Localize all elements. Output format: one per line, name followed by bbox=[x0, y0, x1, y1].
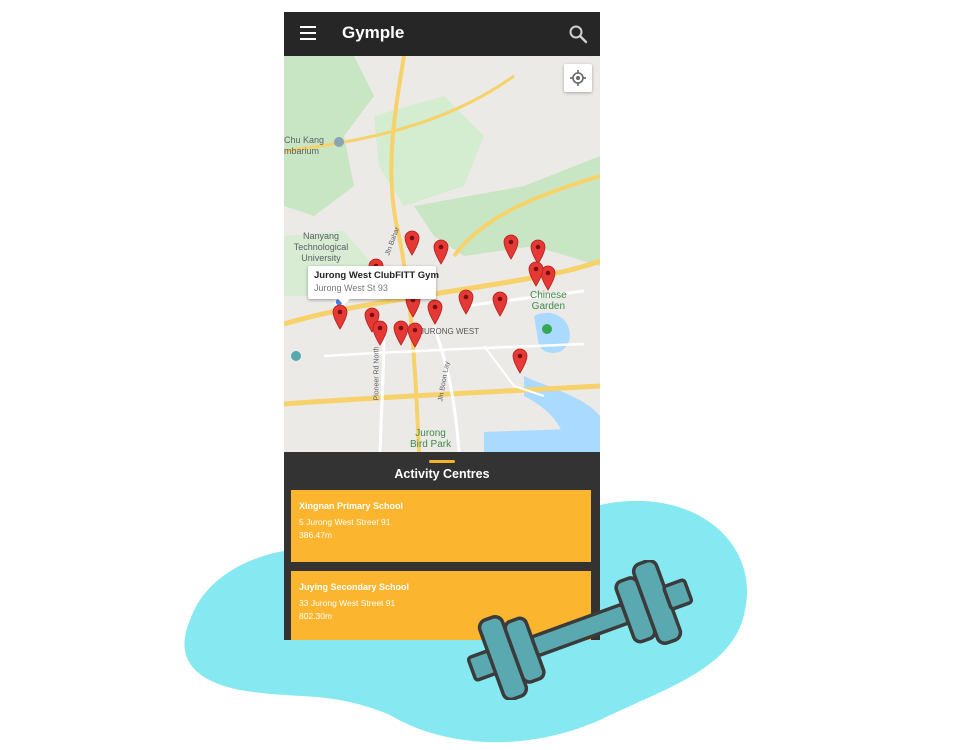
map-label-text: Garden bbox=[531, 301, 566, 312]
map-pin-icon[interactable] bbox=[492, 291, 508, 317]
map-info-window[interactable]: Jurong West ClubFITT Gym Jurong West St … bbox=[308, 266, 439, 305]
info-window-subtitle: Jurong West St 93 bbox=[314, 283, 388, 293]
map-view[interactable]: Chu Kang mbarium Nanyang Technological U… bbox=[284, 56, 600, 452]
sheet-title: Activity Centres bbox=[394, 467, 490, 481]
sheet-drag-handle[interactable] bbox=[429, 460, 455, 463]
map-pin-icon[interactable] bbox=[528, 261, 544, 287]
info-window-title: Jurong West ClubFITT Gym bbox=[314, 270, 439, 281]
map-label-text: Jurong bbox=[415, 428, 446, 439]
phone-screen: Gymple Chu Kang mbarium Nanyang Technolo… bbox=[284, 12, 600, 640]
card-distance: 386.47m bbox=[299, 530, 333, 540]
map-label-text: Chinese bbox=[530, 290, 567, 301]
map-label-bird-park: Jurong Bird Park bbox=[410, 428, 451, 450]
map-label-text: Bird Park bbox=[410, 439, 452, 450]
app-bar: Gymple bbox=[284, 12, 600, 56]
dumbbell-icon bbox=[466, 560, 694, 700]
map-pin-icon[interactable] bbox=[372, 320, 388, 346]
app-title: Gymple bbox=[342, 23, 405, 42]
map-label-chinese-garden: Chinese Garden bbox=[530, 290, 567, 312]
map-pin-icon[interactable] bbox=[433, 239, 449, 265]
map-pin-icon[interactable] bbox=[404, 230, 420, 256]
map-label-text: Technological bbox=[293, 242, 349, 252]
map-label-text: Nanyang bbox=[302, 231, 340, 241]
map-pin-icon[interactable] bbox=[407, 322, 423, 348]
my-location-button[interactable] bbox=[564, 64, 592, 92]
map-label-pioneer-rd: Pioneer Rd North bbox=[373, 346, 381, 401]
activity-centre-card[interactable]: Xingnan Primary School 5 Jurong West Str… bbox=[291, 490, 591, 562]
map-pin-icon[interactable] bbox=[503, 234, 519, 260]
map-label-text: Chu Kang bbox=[284, 135, 325, 145]
map-label-text: University bbox=[301, 253, 341, 263]
map-pin-icon[interactable] bbox=[427, 299, 443, 325]
card-address: 5 Jurong West Street 91 bbox=[299, 517, 391, 527]
search-icon[interactable] bbox=[568, 24, 588, 44]
map-pin-icon[interactable] bbox=[512, 348, 528, 374]
card-name: Xingnan Primary School bbox=[299, 501, 404, 511]
my-location-icon bbox=[570, 70, 586, 86]
map-pin-icon[interactable] bbox=[458, 289, 474, 315]
map-label-text: mbarium bbox=[284, 146, 320, 156]
hamburger-menu-icon[interactable] bbox=[300, 26, 316, 40]
map-label-chukang: Chu Kang mbarium bbox=[284, 135, 324, 157]
map-pin-icon[interactable] bbox=[332, 304, 348, 330]
map-label-ntu: Nanyang Technological University bbox=[284, 231, 358, 264]
map-label-jurong-west: JURONG WEST bbox=[420, 327, 480, 336]
